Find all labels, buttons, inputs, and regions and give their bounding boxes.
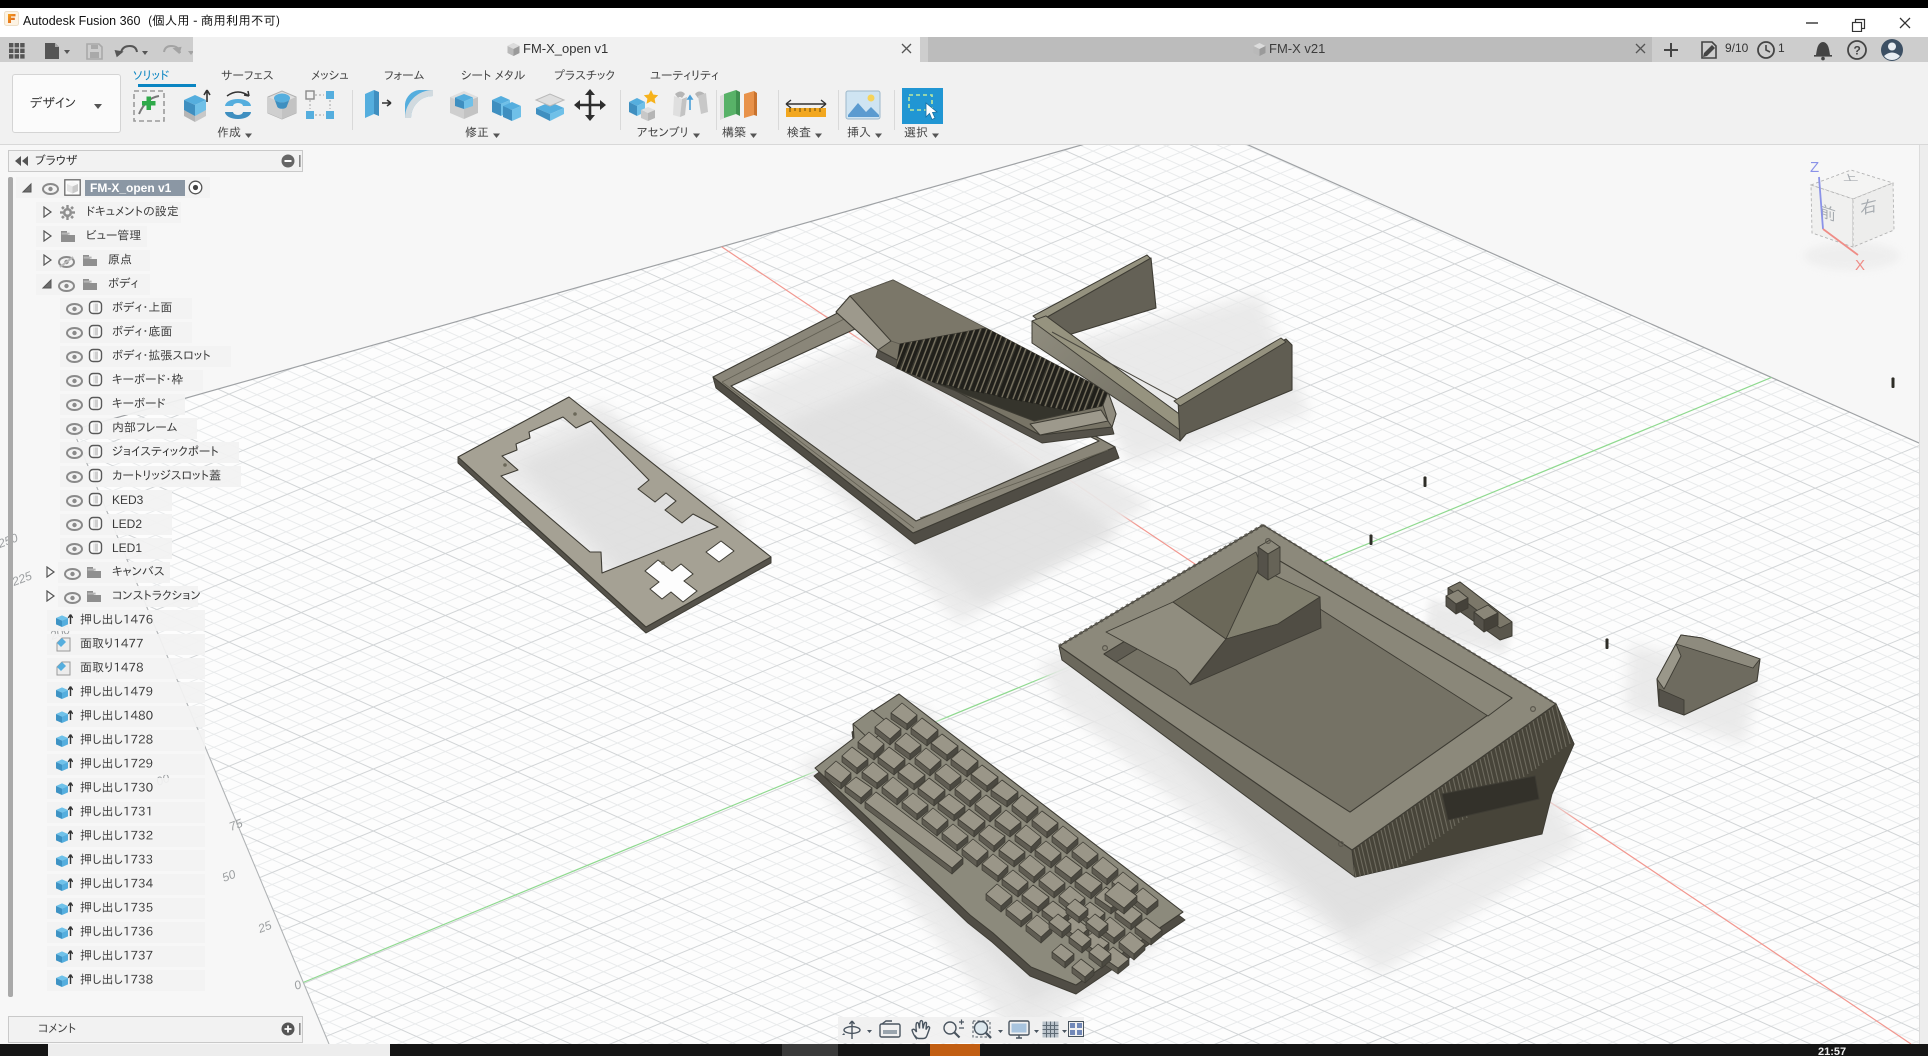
svg-text:Z: Z bbox=[1810, 159, 1819, 176]
svg-text:?: ? bbox=[1854, 44, 1861, 58]
svg-text:X: X bbox=[1855, 257, 1865, 274]
